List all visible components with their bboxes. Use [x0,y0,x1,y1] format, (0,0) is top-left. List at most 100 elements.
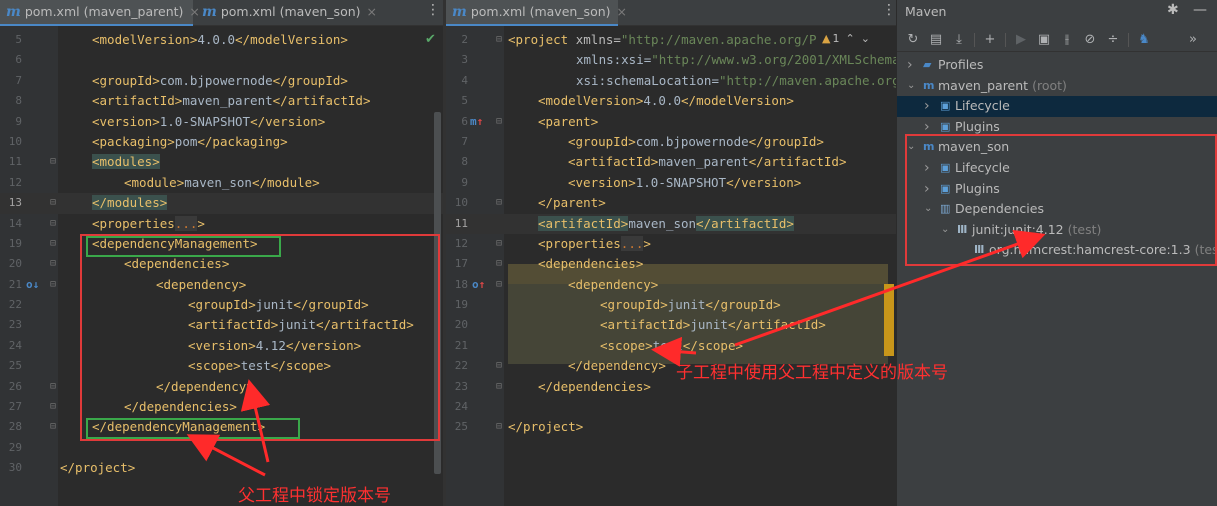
chevron-right-icon[interactable]: › [907,55,913,76]
code-line[interactable]: 5 <modelVersion>4.0.0</modelVersion> [0,30,443,50]
chevron-down-icon[interactable]: ⌄ [907,76,915,97]
code-line[interactable]: 20 <artifactId>junit</artifactId> [446,315,896,335]
code-line[interactable]: 13 </modules> ⊟ [0,193,443,214]
close-icon[interactable]: × [617,4,627,19]
code-line[interactable]: 7 <groupId>com.bjpowernode</groupId> [446,132,896,152]
chevron-up-icon[interactable]: ⌃ [845,32,854,45]
maven-tree-node[interactable]: › ▰ Profiles [897,55,1217,76]
code-line[interactable]: 18 <dependency> ⊟ o↑ [446,275,896,295]
code-line[interactable]: 17 <dependencies> ⊟ [446,254,896,274]
code-line[interactable]: 10 </parent> ⊟ [446,193,896,213]
collapse-all-icon[interactable]: ÷ [1104,31,1122,49]
maven-tree-node[interactable]: › ▣ Lifecycle [897,96,1217,117]
code-line[interactable]: 6 [0,50,443,70]
warning-indicator[interactable]: ▲ 1 ⌃ ⌄ [822,32,870,45]
fold-icon[interactable]: ⊟ [496,254,502,274]
son-annotation-text: 子工程中使用父工程中定义的版本号 [676,363,948,383]
fold-icon[interactable]: ⊟ [50,417,56,437]
fold-icon[interactable]: ⊟ [50,214,56,234]
warning-count: 1 [832,32,840,45]
code-line[interactable]: 30 </project> [0,458,443,478]
node-suffix: (root) [1032,77,1067,93]
reload-icon[interactable]: ↻ [904,31,922,49]
line-number: 2 [461,33,468,46]
minimize-icon[interactable]: — [1193,2,1207,18]
code-text: <version>1.0-SNAPSHOT</version> [92,113,326,129]
close-icon[interactable]: × [367,4,377,19]
code-text: <module>maven_son</module> [124,174,320,190]
code-line[interactable]: 9 <version>1.0-SNAPSHOT</version> [0,112,443,132]
parent-pom-icon[interactable]: m↑ [470,112,483,132]
fold-icon[interactable]: ⊟ [496,356,502,376]
overridden-icon[interactable]: o↓ [26,275,39,295]
code-text: <parent> [538,113,599,129]
fold-icon[interactable]: ⊟ [50,275,56,295]
fold-icon[interactable]: ⊟ [496,377,502,397]
gear-icon[interactable]: ✱ [1167,2,1179,18]
code-line[interactable]: 12 <properties...> ⊟ [446,234,896,254]
line-number: 5 [461,94,468,108]
code-line[interactable]: 3 xmlns:xsi="http://www.w3.org/2001/XMLSc… [446,50,896,70]
download-icon[interactable]: ⤓ [950,31,968,49]
code-text: <groupId>com.bjpowernode</groupId> [568,133,824,149]
maven-tree-node[interactable]: ⌄ m maven_parent (root) [897,76,1217,97]
code-text: </dependencies> [538,378,651,394]
code-text: <modelVersion>4.0.0</modelVersion> [538,93,794,109]
generate-sources-icon[interactable]: ▤ [927,31,945,49]
code-text: <properties...> [92,215,205,231]
tab-menu-icon[interactable]: ⋮ [426,2,440,18]
code-line[interactable]: 14 <properties...> ⊟ [0,214,443,234]
code-line[interactable]: 4 xsi:schemaLocation="http://maven.apache… [446,71,896,91]
fold-icon[interactable]: ⊟ [50,397,56,417]
line-number: 10 [8,134,22,148]
node-name: Plugins [955,118,1000,134]
analyze-dependencies-icon[interactable]: ♞ [1135,31,1153,49]
fold-icon[interactable]: ⊟ [496,275,502,295]
toolbar-separator [1005,33,1006,47]
code-line[interactable]: 10 <packaging>pom</packaging> [0,132,443,152]
code-line[interactable]: 11 <artifactId>maven_son</artifactId> [446,213,896,234]
tab-pom-maven-son[interactable]: m pom.xml (maven_son) × [446,0,627,26]
code-text: <artifactId>maven_parent</artifactId> [568,154,847,170]
toggle-offline-icon[interactable]: ⫲ [1058,31,1076,49]
overrides-icon[interactable]: o↑ [472,275,485,295]
fold-icon[interactable]: ⊟ [496,112,502,132]
fold-icon[interactable]: ⊟ [496,234,502,254]
line-number: 24 [8,338,22,352]
fold-icon[interactable]: ⊟ [496,417,502,437]
more-icon[interactable]: » [1184,31,1202,49]
tab-pom-maven-parent[interactable]: m pom.xml (maven_parent) × [0,0,200,26]
execute-goal-icon[interactable]: ▣ [1035,31,1053,49]
line-number: 11 [454,216,468,230]
add-icon[interactable]: + [981,31,999,49]
code-line[interactable]: 12 <module>maven_son</module> [0,173,443,193]
tab-pom-maven-son[interactable]: m pom.xml (maven_son) × [196,0,377,26]
right-editor[interactable]: m pom.xml (maven_son) × ⋮ 2 <project xmlns=… [446,0,896,506]
fold-icon[interactable]: ⊟ [50,254,56,274]
code-text: </modules> [92,195,168,211]
code-line[interactable]: 8 <artifactId>maven_parent</artifactId> [446,152,896,172]
code-line[interactable]: 6 <parent> ⊟ m↑ [446,112,896,132]
code-line[interactable]: 24 [446,397,896,417]
fold-icon[interactable]: ⊟ [50,152,56,172]
skip-tests-icon[interactable]: ⊘ [1081,31,1099,49]
chevron-right-icon[interactable]: › [924,96,930,117]
fold-icon[interactable]: ⊟ [50,234,56,254]
code-line[interactable]: 7 <groupId>com.bjpowernode</groupId> [0,71,443,91]
code-line[interactable]: 5 <modelVersion>4.0.0</modelVersion> [446,91,896,111]
code-line[interactable]: 19 <groupId>junit</groupId> [446,295,896,315]
code-line[interactable]: 25 </project> ⊟ [446,417,896,437]
fold-icon[interactable]: ⊟ [50,377,56,397]
chevron-down-icon[interactable]: ⌄ [861,32,870,45]
line-number: 20 [454,318,468,332]
tab-menu-icon[interactable]: ⋮ [882,2,896,18]
code-line[interactable]: 11 <modules> ⊟ [0,152,443,172]
code-line[interactable]: 8 <artifactId>maven_parent</artifactId> [0,91,443,111]
code-line[interactable]: 21 <scope>test</scope> [446,336,896,356]
fold-icon[interactable]: ⊟ [50,193,56,213]
fold-icon[interactable]: ⊟ [496,30,502,50]
line-number: 7 [461,134,468,148]
code-line[interactable]: 9 <version>1.0-SNAPSHOT</version> [446,173,896,193]
fold-icon[interactable]: ⊟ [496,193,502,213]
run-icon[interactable]: ▶ [1012,31,1030,49]
